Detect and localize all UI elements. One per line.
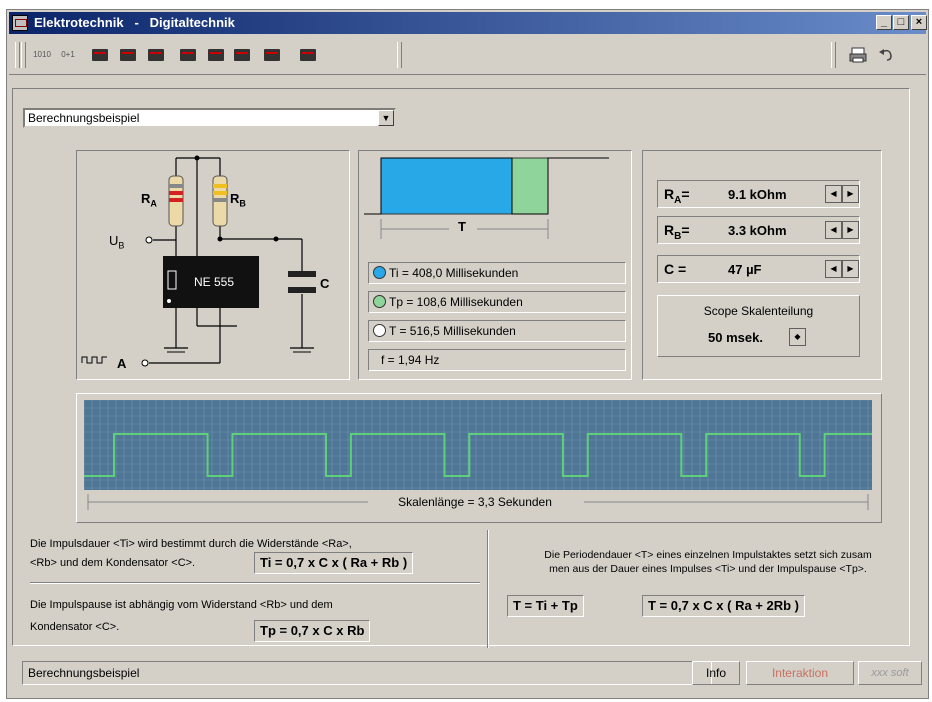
chip-glyph [148, 49, 164, 61]
divider [30, 582, 480, 584]
pulse-info-line: T = 516,5 Millisekunden [368, 320, 626, 342]
example-select-value: Berechnungsbeispiel [28, 111, 140, 125]
c-value-label: C = [664, 261, 687, 277]
rb-value-label: RB= [664, 222, 690, 242]
c-value-row: C = 47 µF ◀ ▶ [657, 255, 860, 283]
chip-stack-icon[interactable] [297, 44, 319, 66]
undo-icon[interactable] [875, 44, 897, 66]
counter-0plus1-icon[interactable]: 0+1 [57, 44, 79, 66]
ub-label: UB [109, 233, 125, 251]
toolbar: 1010 0+1 [9, 36, 926, 75]
pulse-diagram [364, 157, 609, 239]
chevron-down-icon[interactable]: ▼ [378, 110, 394, 126]
ti-explanation-line1: Die Impulsdauer <Ti> wird bestimmt durch… [30, 538, 352, 550]
c-label: C [320, 276, 330, 291]
title-section: Digitaltechnik [149, 15, 235, 30]
pulse-info-text: T = 516,5 Millisekunden [389, 324, 516, 338]
rb-label: RB [230, 191, 246, 209]
pulse-info-text: f = 1,94 Hz [381, 353, 440, 367]
ic-3-icon[interactable] [231, 44, 253, 66]
maximize-button[interactable]: □ [893, 15, 909, 30]
toolbar-separator [831, 42, 836, 68]
pulse-info-text: Ti = 408,0 Millisekunden [389, 266, 519, 280]
chip-glyph [180, 49, 196, 61]
status-dot-icon [373, 266, 386, 279]
counter-1010-icon[interactable]: 1010 [31, 44, 53, 66]
ra-value-label: RA= [664, 186, 690, 206]
tp-explanation-line1: Die Impulspause ist abhängig vom Widerst… [30, 599, 333, 611]
chip-glyph [92, 49, 108, 61]
divider [487, 530, 489, 648]
toolbar-separator [397, 42, 402, 68]
oscilloscope-display [84, 400, 872, 490]
title-bar[interactable]: Elektrotechnik - Digitaltechnik _ □ × [9, 12, 927, 34]
window-title: Elektrotechnik - Digitaltechnik [34, 12, 235, 34]
interaktion-button[interactable]: Interaktion [746, 661, 854, 685]
title-separator: - [134, 15, 139, 30]
scope-scale-box: Scope Skalenteilung 50 msek. ◆ [657, 295, 860, 357]
ra-value: 9.1 kOhm [728, 187, 787, 202]
rb-increase-button[interactable]: ▶ [842, 221, 859, 239]
c-increase-button[interactable]: ▶ [842, 260, 859, 278]
scope-scale-spin-button[interactable]: ◆ [789, 328, 806, 346]
toolbar-grip [21, 42, 26, 68]
rb-value-row: RB= 3.3 kOhm ◀ ▶ [657, 216, 860, 244]
ra-decrease-button[interactable]: ◀ [825, 185, 842, 203]
t-full-formula: T = 0,7 x C x ( Ra + 2Rb ) [642, 595, 805, 617]
t-sum-formula: T = Ti + Tp [507, 595, 584, 617]
print-icon[interactable] [847, 44, 869, 66]
pulse-info-text: Tp = 108,6 Millisekunden [389, 295, 523, 309]
scope-scale-title: Scope Skalenteilung [703, 304, 814, 318]
chip-gray-icon[interactable] [145, 44, 167, 66]
ic-1-icon[interactable] [177, 44, 199, 66]
tp-formula: Tp = 0,7 x C x Rb [254, 620, 371, 642]
rb-decrease-button[interactable]: ◀ [825, 221, 842, 239]
chip-glyph [264, 49, 280, 61]
t-explanation-line2: men aus der Dauer eines Impulses <Ti> un… [549, 563, 867, 575]
c-value: 47 µF [728, 262, 762, 277]
brand-logo: xxx soft [858, 661, 922, 685]
status-dot-icon [373, 324, 386, 337]
minimize-button[interactable]: _ [876, 15, 892, 30]
resistor-ra [168, 175, 184, 227]
chip-glyph [234, 49, 250, 61]
ra-value-row: RA= 9.1 kOhm ◀ ▶ [657, 180, 860, 208]
t-explanation-line1: Die Periodendauer <T> eines einzelnen Im… [544, 549, 872, 561]
app-icon [12, 15, 28, 31]
c-decrease-button[interactable]: ◀ [825, 260, 842, 278]
ne555-circuit-diagram [81, 155, 316, 367]
output-a-label: A [117, 356, 127, 371]
pulse-info-line: Ti = 408,0 Millisekunden [368, 262, 626, 284]
circuit-panel: NE 555 RA RB UB C A [76, 150, 350, 380]
toolbar-grip [15, 42, 20, 68]
ra-increase-button[interactable]: ▶ [842, 185, 859, 203]
t-explanation: Die Periodendauer <T> eines einzelnen Im… [493, 548, 923, 576]
scope-scale-value: 50 msek. [708, 330, 763, 345]
component-icon[interactable] [89, 44, 111, 66]
period-label: T [458, 219, 466, 234]
close-button[interactable]: × [911, 15, 927, 30]
converter-icon[interactable] [261, 44, 283, 66]
chip-glyph [208, 49, 224, 61]
scale-length-caption: Skalenlänge = 3,3 Sekunden [398, 495, 552, 509]
ra-label: RA [141, 191, 157, 209]
chip-glyph [300, 49, 316, 61]
status-bar: Berechnungsbeispiel [22, 661, 712, 685]
status-dot-icon [373, 295, 386, 308]
ti-formula: Ti = 0,7 x C x ( Ra + Rb ) [254, 552, 414, 574]
info-button[interactable]: Info [692, 661, 740, 685]
pulse-info-line: f = 1,94 Hz [368, 349, 626, 371]
chip-glyph [120, 49, 136, 61]
chip-icon[interactable] [117, 44, 139, 66]
title-app: Elektrotechnik [34, 15, 124, 30]
scope-background [84, 400, 872, 490]
ic-2-icon[interactable] [205, 44, 227, 66]
resistor-rb [212, 175, 228, 227]
ic-label: NE 555 [194, 275, 235, 289]
pulse-info-line: Tp = 108,6 Millisekunden [368, 291, 626, 313]
example-select[interactable]: Berechnungsbeispiel ▼ [23, 108, 396, 128]
rb-value: 3.3 kOhm [728, 223, 787, 238]
